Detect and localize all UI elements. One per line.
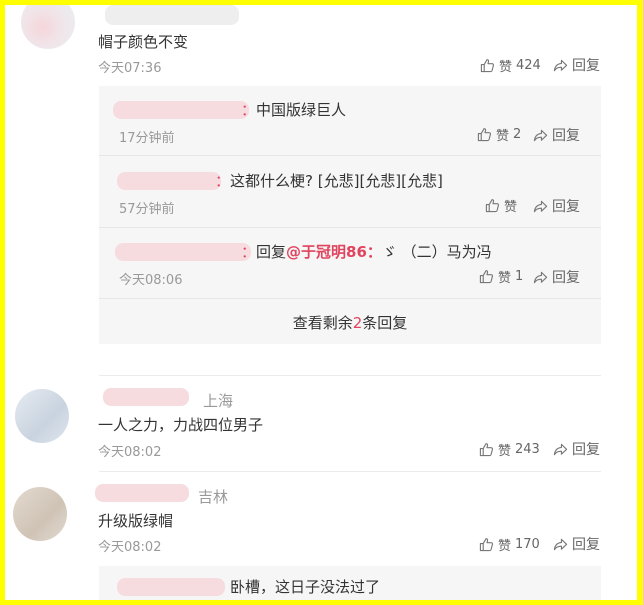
reply-time: 今天08:06 (119, 273, 183, 288)
divider (99, 155, 601, 156)
divider (99, 227, 601, 228)
reply-button[interactable]: 回复 (533, 125, 580, 145)
thumbs-up-icon (479, 270, 494, 284)
share-arrow-icon (533, 271, 548, 283)
comment-text: 帽子颜色不变 (98, 33, 189, 51)
comment-time: 今天08:02 (98, 540, 162, 555)
reply-text: 卧槽，这日子没法过了 (230, 578, 381, 596)
avatar[interactable] (15, 389, 69, 443)
reply-label: 回复 (552, 199, 580, 215)
reply-label: 回复 (572, 537, 600, 553)
like-label: 赞 (499, 60, 513, 75)
thumbs-up-icon (480, 59, 495, 73)
comment-divider (99, 471, 601, 472)
share-arrow-icon (533, 129, 548, 141)
like-button[interactable]: 赞 424 (480, 56, 541, 75)
comment-location: 吉林 (198, 488, 229, 506)
like-count: 1 (515, 269, 524, 284)
reply-label: 回复 (552, 270, 580, 286)
reply-username[interactable] (117, 172, 221, 190)
like-count: 170 (515, 537, 540, 552)
reply-username[interactable] (115, 243, 251, 261)
like-label: 赞 (504, 200, 518, 215)
comment-text: 升级版绿帽 (98, 512, 174, 530)
share-arrow-icon (533, 200, 548, 212)
reply-button[interactable]: 回复 (533, 196, 580, 216)
reply-button[interactable]: 回复 (553, 55, 600, 75)
like-count: 2 (513, 127, 522, 142)
share-arrow-icon (553, 59, 568, 71)
comment-time: 今天07:36 (98, 61, 162, 76)
like-label: 赞 (496, 129, 510, 144)
mention-link[interactable]: @于冠明86： (286, 243, 382, 261)
reply-username[interactable] (117, 578, 225, 596)
like-label: 赞 (498, 444, 512, 459)
reply-button[interactable]: 回复 (553, 439, 600, 459)
like-button[interactable]: 赞 170 (479, 535, 540, 554)
share-arrow-icon (553, 443, 568, 455)
reply-text: ：回复@于冠明86：ゞ （二）马为冯 (241, 243, 492, 261)
like-count: 243 (515, 442, 540, 457)
reply-time: 57分钟前 (119, 202, 175, 217)
like-label: 赞 (498, 271, 512, 286)
thumbs-up-icon (479, 443, 494, 457)
avatar[interactable] (21, 5, 75, 49)
comment-text: 一人之力，力战四位男子 (98, 416, 264, 434)
reply-label: 回复 (552, 128, 580, 144)
like-button[interactable]: 赞 243 (479, 440, 540, 459)
comment-divider (99, 375, 601, 376)
divider (99, 298, 601, 299)
like-button[interactable]: 赞 (485, 196, 521, 215)
share-arrow-icon (553, 538, 568, 550)
avatar[interactable] (13, 487, 67, 541)
username[interactable] (105, 5, 239, 25)
reply-label: 回复 (572, 442, 600, 458)
thumbs-up-icon (485, 199, 500, 213)
reply-username[interactable] (113, 101, 249, 119)
reply-text: ：这都什么梗? [允悲][允悲][允悲] (215, 172, 443, 190)
comment-feed: 帽子颜色不变 今天07:36 赞 424 回复 ：中国版绿巨人 17分钟前 赞2 … (5, 5, 637, 600)
comment-location: 上海 (203, 392, 234, 410)
like-count: 424 (516, 58, 541, 73)
reply-text: ：中国版绿巨人 (241, 101, 347, 119)
like-label: 赞 (498, 539, 512, 554)
thumbs-up-icon (477, 128, 492, 142)
view-more-replies-link[interactable]: 查看剩余2条回复 (99, 312, 601, 333)
reply-button[interactable]: 回复 (533, 267, 580, 287)
like-button[interactable]: 赞2 (477, 125, 521, 144)
thumbs-up-icon (479, 538, 494, 552)
reply-label: 回复 (572, 58, 600, 74)
comment-time: 今天08:02 (98, 445, 162, 460)
like-button[interactable]: 赞1 (479, 267, 523, 286)
username[interactable] (103, 388, 189, 406)
username[interactable] (95, 484, 189, 502)
reply-button[interactable]: 回复 (553, 534, 600, 554)
reply-time: 17分钟前 (119, 131, 175, 146)
